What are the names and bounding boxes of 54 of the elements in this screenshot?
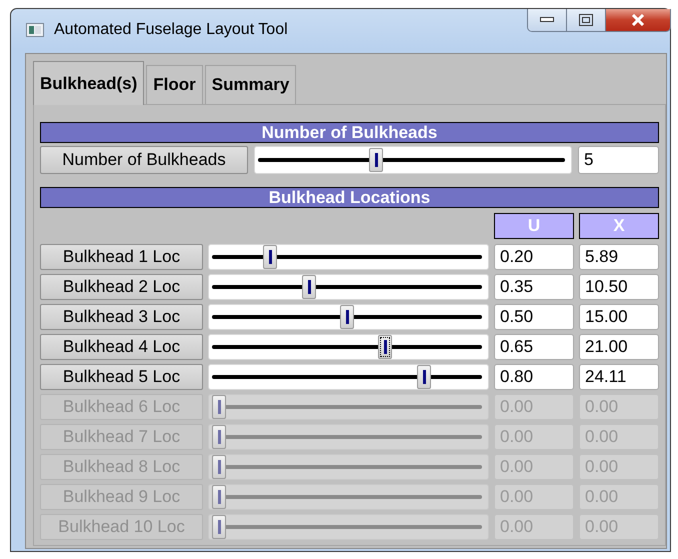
location-slider[interactable] — [208, 394, 489, 420]
location-button[interactable]: Bulkhead 5 Loc — [40, 364, 203, 390]
location-slider[interactable] — [208, 334, 489, 360]
count-field[interactable]: 5 — [578, 146, 659, 174]
minimize-button[interactable] — [528, 9, 566, 31]
maximize-button[interactable] — [566, 9, 605, 31]
location-slider[interactable] — [208, 274, 489, 300]
location-button[interactable]: Bulkhead 4 Loc — [40, 334, 203, 360]
slider-thumb[interactable] — [340, 305, 354, 329]
x-field[interactable]: 5.89 — [579, 244, 659, 270]
slider-thumb[interactable] — [212, 515, 226, 539]
x-field[interactable]: 21.00 — [579, 334, 659, 360]
section-header: Bulkhead Locations — [40, 187, 659, 208]
u-field[interactable]: 0.80 — [494, 364, 574, 390]
app-icon — [26, 23, 44, 37]
slider-thumb[interactable] — [416, 365, 431, 389]
location-slider[interactable] — [208, 424, 489, 450]
location-slider[interactable] — [208, 454, 489, 480]
x-field[interactable]: 10.50 — [579, 274, 659, 300]
u-field[interactable]: 0.65 — [494, 334, 574, 360]
slider-thumb[interactable] — [212, 425, 226, 449]
u-field[interactable]: 0.20 — [494, 244, 574, 270]
location-button[interactable]: Bulkhead 2 Loc — [40, 274, 203, 300]
u-field[interactable]: 0.50 — [494, 304, 574, 330]
location-slider[interactable] — [208, 514, 489, 540]
location-slider[interactable] — [208, 364, 489, 390]
location-slider[interactable] — [208, 304, 489, 330]
u-field[interactable]: 0.35 — [494, 274, 574, 300]
slider-thumb[interactable] — [369, 148, 384, 172]
slider-thumb[interactable] — [212, 395, 226, 419]
x-field[interactable]: 24.11 — [579, 364, 659, 390]
count-slider[interactable] — [254, 146, 572, 174]
location-button[interactable]: Bulkhead 1 Loc — [40, 244, 203, 270]
tab[interactable]: Bulkhead(s) — [33, 61, 144, 105]
slider-thumb[interactable] — [302, 275, 316, 299]
close-button[interactable] — [605, 9, 670, 31]
slider-thumb[interactable] — [378, 335, 392, 359]
location-button[interactable]: Bulkhead 3 Loc — [40, 304, 203, 330]
column-header: X — [579, 213, 659, 239]
tab[interactable]: Floor — [146, 65, 203, 104]
maximize-icon — [579, 14, 593, 26]
slider-thumb[interactable] — [263, 245, 278, 269]
close-icon — [631, 14, 645, 26]
window-title: Automated Fuselage Layout Tool — [54, 21, 288, 39]
column-header: U — [494, 213, 574, 239]
x-field[interactable]: 15.00 — [579, 304, 659, 330]
tab[interactable]: Summary — [204, 65, 296, 104]
slider-thumb[interactable] — [212, 485, 226, 509]
count-button[interactable]: Number of Bulkheads — [40, 146, 248, 174]
location-slider[interactable] — [208, 484, 489, 510]
section-header: Number of Bulkheads — [40, 122, 659, 143]
minimize-icon — [540, 17, 554, 23]
location-slider[interactable] — [208, 244, 489, 270]
slider-thumb[interactable] — [212, 455, 226, 479]
